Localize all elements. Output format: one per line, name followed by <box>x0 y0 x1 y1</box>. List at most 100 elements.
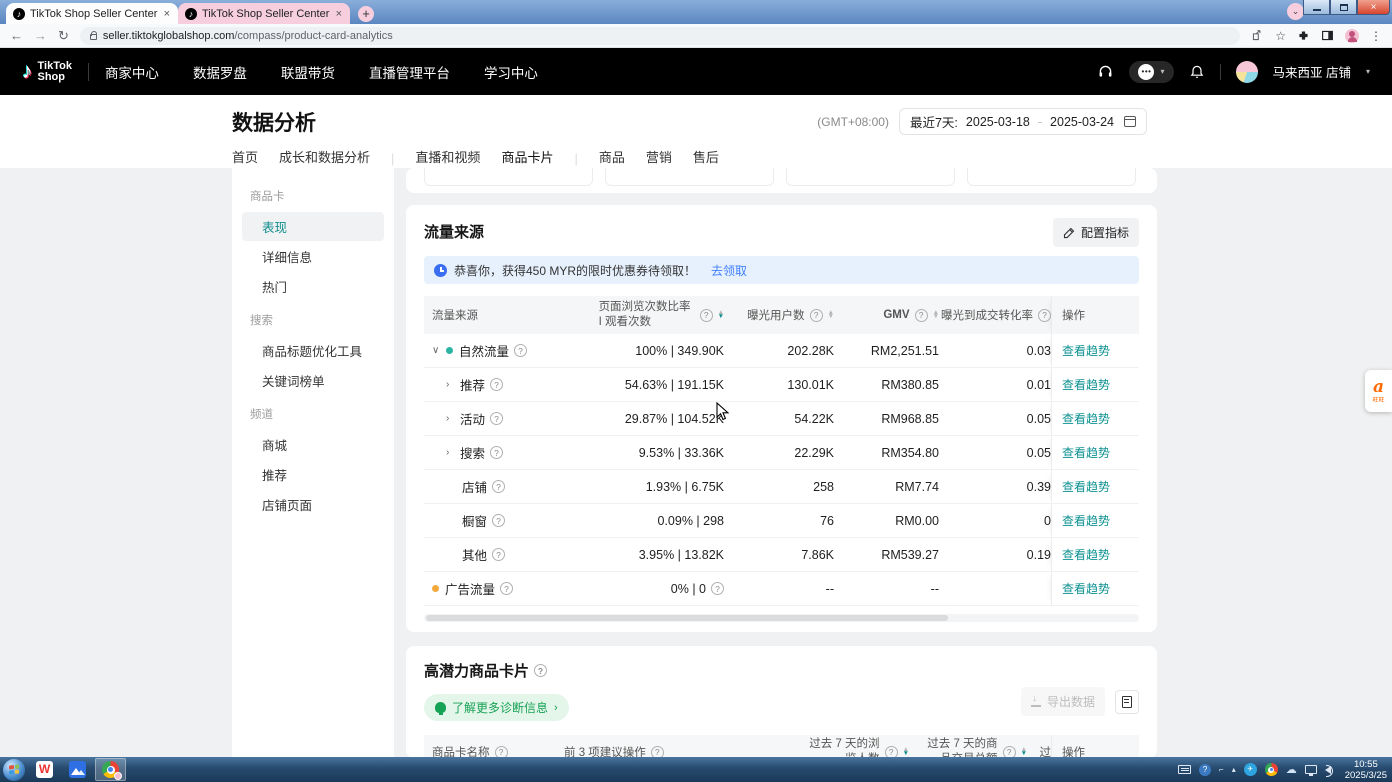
profile-avatar-icon[interactable] <box>1345 29 1359 43</box>
extensions-icon[interactable] <box>1297 29 1310 42</box>
expand-icon[interactable]: › <box>446 379 455 390</box>
tab-close-icon[interactable]: × <box>163 8 171 20</box>
cloud-tray-icon[interactable]: ☁ <box>1286 763 1297 776</box>
view-trend-link[interactable]: 查看趋势 <box>1062 376 1110 393</box>
info-icon[interactable]: ? <box>500 582 513 595</box>
taskbar-chrome-icon[interactable] <box>95 758 126 781</box>
help-tray-icon[interactable]: ? <box>1199 764 1211 776</box>
appbar-nav-item[interactable]: 商家中心 <box>105 62 159 82</box>
sidebar-item[interactable]: 关键词榜单 <box>242 366 384 395</box>
tab-close-icon[interactable]: × <box>335 8 343 20</box>
share-icon[interactable] <box>1251 29 1264 42</box>
aliwangwang-chat-widget[interactable]: a 旺旺 <box>1365 370 1392 412</box>
info-icon[interactable]: ? <box>490 378 503 391</box>
browser-tab-2[interactable]: ♪ TikTok Shop Seller Center | Cr × <box>178 3 350 24</box>
collapse-icon[interactable]: ∨ <box>432 345 441 356</box>
users-cell: 258 <box>724 470 834 503</box>
shop-avatar[interactable] <box>1236 61 1258 83</box>
tab-search-icon[interactable]: ⌄ <box>1287 3 1304 20</box>
banner-text: 恭喜你，获得450 MYR的限时优惠券待领取！ <box>454 262 696 279</box>
sidebar-item[interactable]: 热门 <box>242 272 384 301</box>
sidebar-item[interactable]: 表现 <box>242 212 384 241</box>
info-icon[interactable]: ? <box>490 412 503 425</box>
expand-icon[interactable]: › <box>446 413 455 424</box>
appbar-nav-item[interactable]: 直播管理平台 <box>369 62 450 82</box>
browser-tab-1[interactable]: ♪ TikTok Shop Seller Center | Cr × <box>6 3 178 24</box>
start-button[interactable] <box>3 759 25 781</box>
info-icon[interactable]: ? <box>490 446 503 459</box>
menu-kebab-icon[interactable]: ⋮ <box>1370 29 1382 43</box>
expand-icon[interactable]: › <box>446 447 455 458</box>
ratio-value: 100% | 349.90K <box>635 344 724 358</box>
view-trend-link[interactable]: 查看趋势 <box>1062 342 1110 359</box>
view-trend-link[interactable]: 查看趋势 <box>1062 444 1110 461</box>
view-trend-link[interactable]: 查看趋势 <box>1062 410 1110 427</box>
report-button[interactable] <box>1115 690 1139 714</box>
info-icon[interactable]: ? <box>534 664 547 677</box>
network-tray-icon[interactable] <box>1305 765 1317 774</box>
horizontal-scrollbar[interactable] <box>424 614 1139 622</box>
close-button[interactable]: × <box>1357 0 1390 15</box>
reload-icon[interactable]: ↻ <box>58 28 69 44</box>
info-icon[interactable]: ? <box>492 480 505 493</box>
scrollbar-thumb[interactable] <box>426 615 948 621</box>
coupon-banner: 恭喜你，获得450 MYR的限时优惠券待领取！ 去领取 <box>424 256 1139 284</box>
configure-metrics-button[interactable]: 配置指标 <box>1053 218 1139 247</box>
forward-icon[interactable]: → <box>34 28 47 43</box>
sidebar-group-label: 频道 <box>232 396 394 429</box>
side-panel-icon[interactable] <box>1321 29 1334 42</box>
info-icon[interactable]: ? <box>711 582 724 595</box>
view-trend-link[interactable]: 查看趋势 <box>1062 512 1110 529</box>
source-name: 活动 <box>460 409 485 428</box>
minimize-button[interactable] <box>1303 0 1330 15</box>
info-icon[interactable]: ? <box>492 514 505 527</box>
sidebar-item[interactable]: 商城 <box>242 430 384 459</box>
claim-coupon-link[interactable]: 去领取 <box>711 262 747 279</box>
cvr-cell: 0.39 <box>939 470 1051 503</box>
info-icon[interactable]: ? <box>700 309 713 322</box>
chevron-down-icon[interactable]: ▾ <box>1366 67 1370 76</box>
appbar-nav-item[interactable]: 学习中心 <box>484 62 538 82</box>
sidebar-item[interactable]: 推荐 <box>242 460 384 489</box>
info-icon[interactable]: ? <box>1038 309 1051 322</box>
chrome-tray-icon[interactable] <box>1265 763 1278 776</box>
view-trend-link[interactable]: 查看趋势 <box>1062 580 1110 597</box>
taskbar-meeting-icon[interactable] <box>62 758 93 781</box>
view-trend-link[interactable]: 查看趋势 <box>1062 478 1110 495</box>
info-icon[interactable]: ? <box>514 344 527 357</box>
info-icon[interactable]: ? <box>915 309 928 322</box>
view-trend-link[interactable]: 查看趋势 <box>1062 546 1110 563</box>
bell-icon[interactable] <box>1189 64 1205 80</box>
headset-icon[interactable] <box>1097 63 1114 80</box>
tiktok-shop-logo[interactable]: ♪ TikTokShop <box>22 60 72 84</box>
back-icon[interactable]: ← <box>10 28 23 43</box>
sidebar-item[interactable]: 商品标题优化工具 <box>242 336 384 365</box>
new-tab-button[interactable]: + <box>358 6 374 22</box>
action-cell: 查看趋势 <box>1051 368 1139 401</box>
shop-name[interactable]: 马来西亚 店铺 <box>1273 62 1351 81</box>
download-icon <box>1031 697 1041 707</box>
keyboard-tray-icon[interactable] <box>1178 765 1191 774</box>
date-range-picker[interactable]: 最近7天: 2025-03-18 - 2025-03-24 <box>899 108 1147 135</box>
cvr-cell: 0.01 <box>939 368 1051 401</box>
table-row: 橱窗?0.09% | 29876RM0.000查看趋势 <box>424 504 1139 538</box>
ime-icon[interactable]: ⌐ <box>1219 765 1224 774</box>
taskbar-wps-icon[interactable]: W <box>29 758 60 781</box>
address-bar[interactable]: seller.tiktokglobalshop.com/compass/prod… <box>80 27 1240 45</box>
messages-pill[interactable]: ••• ▾ <box>1129 61 1173 83</box>
info-icon[interactable]: ? <box>810 309 823 322</box>
diagnosis-link[interactable]: 了解更多诊断信息 › <box>424 694 569 721</box>
telegram-tray-icon[interactable]: ✈ <box>1244 763 1257 776</box>
tray-expand-icon[interactable]: ▴ <box>1232 765 1236 774</box>
appbar-nav-item[interactable]: 数据罗盘 <box>193 62 247 82</box>
volume-tray-icon[interactable] <box>1325 766 1331 774</box>
sidebar-item[interactable]: 店铺页面 <box>242 490 384 519</box>
bookmark-star-icon[interactable]: ☆ <box>1275 29 1286 43</box>
info-icon[interactable]: ? <box>492 548 505 561</box>
taskbar-clock[interactable]: 10:55 2025/3/25 <box>1345 759 1387 781</box>
sidebar-item[interactable]: 详细信息 <box>242 242 384 271</box>
traffic-table-header: 流量来源 页面浏览次数比率 I 观看次数 ? ▲▼ 曝光用户数 ? ▲▼ <box>424 296 1139 334</box>
maximize-button[interactable] <box>1330 0 1357 15</box>
appbar-nav-item[interactable]: 联盟带货 <box>281 62 335 82</box>
export-data-button[interactable]: 导出数据 <box>1021 687 1105 716</box>
